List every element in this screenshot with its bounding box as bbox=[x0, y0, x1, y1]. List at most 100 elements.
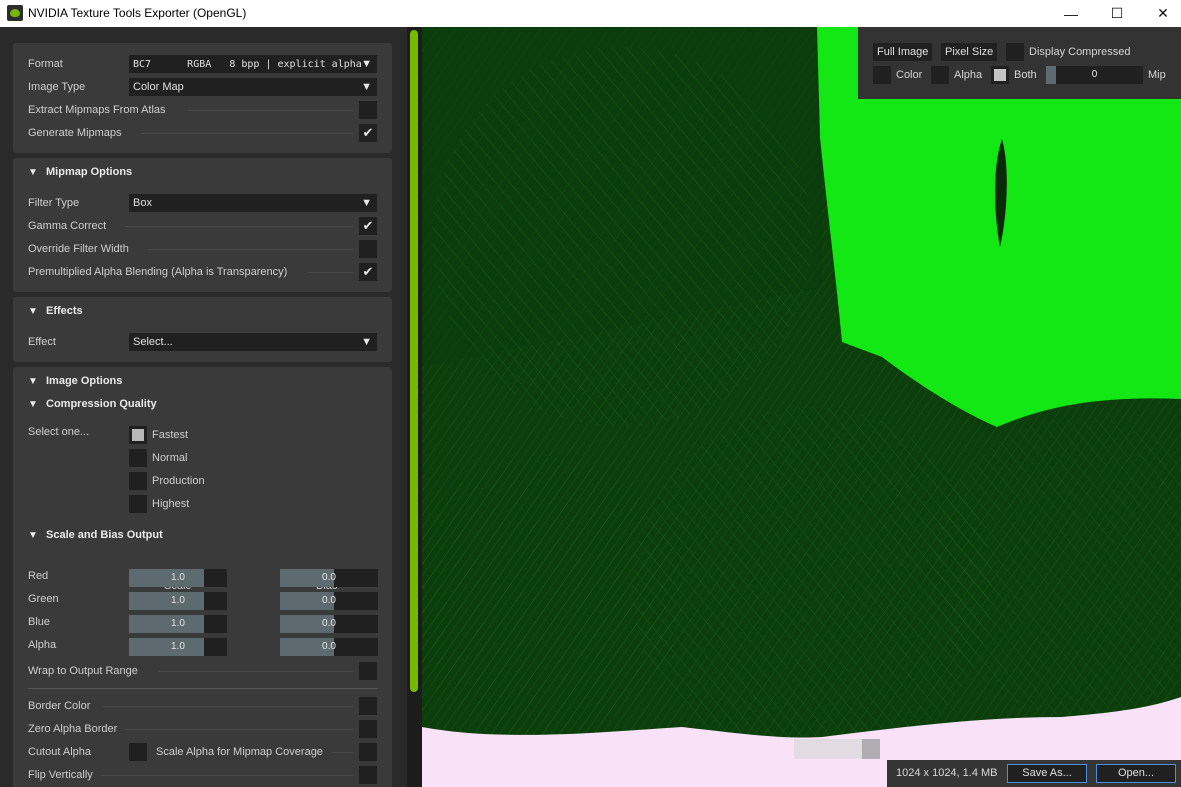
format-value: BC7 RGBA 8 bpp | explicit alpha bbox=[133, 59, 362, 70]
image-type-value: Color Map bbox=[133, 81, 184, 93]
full-image-button[interactable]: Full Image bbox=[873, 43, 933, 61]
pixel-size-button[interactable]: Pixel Size bbox=[941, 43, 998, 61]
quality-normal-label: Normal bbox=[152, 452, 188, 464]
open-button[interactable]: Open... bbox=[1096, 764, 1176, 783]
save-as-button[interactable]: Save As... bbox=[1007, 764, 1087, 783]
gamma-correct-checkbox[interactable]: ✔ bbox=[359, 217, 377, 235]
general-section: Format BC7 RGBA 8 bpp | explicit alpha ▼… bbox=[13, 43, 392, 153]
divider bbox=[148, 249, 353, 250]
format-dropdown[interactable]: BC7 RGBA 8 bpp | explicit alpha ▼ bbox=[129, 55, 377, 73]
divider bbox=[141, 133, 353, 134]
display-compressed-label: Display Compressed bbox=[1029, 46, 1131, 58]
blue-scale-value: 1.0 bbox=[171, 618, 185, 629]
color-channel-label: Color bbox=[896, 69, 923, 81]
quality-fastest-label: Fastest bbox=[152, 429, 189, 441]
divider bbox=[188, 110, 353, 111]
maximize-button[interactable]: ☐ bbox=[1094, 0, 1140, 27]
quality-highest-label: Highest bbox=[152, 498, 190, 510]
green-bias-value: 0.0 bbox=[322, 595, 336, 606]
cutout-alpha-label: Cutout Alpha bbox=[28, 746, 91, 758]
chevron-down-icon: ▼ bbox=[361, 197, 372, 209]
border-color-checkbox[interactable] bbox=[359, 697, 377, 715]
generate-mipmaps-checkbox[interactable]: ✔ bbox=[359, 124, 377, 142]
green-scale-value: 1.0 bbox=[171, 595, 185, 606]
red-bias-slider[interactable]: 0.0 bbox=[280, 569, 378, 587]
image-type-dropdown[interactable]: Color Map ▼ bbox=[129, 78, 377, 96]
channel-alpha-label: Alpha bbox=[28, 639, 57, 651]
quality-production-radio[interactable] bbox=[129, 472, 147, 490]
border-color-label: Border Color bbox=[28, 700, 91, 712]
divider bbox=[125, 226, 353, 227]
channel-red-label: Red bbox=[28, 570, 49, 582]
divider bbox=[159, 671, 353, 672]
close-button[interactable]: ✕ bbox=[1140, 0, 1181, 27]
divider bbox=[101, 775, 353, 776]
select-one-label: Select one... bbox=[28, 426, 90, 438]
scale-bias-title: Scale and Bias Output bbox=[46, 529, 163, 541]
alpha-bias-value: 0.0 bbox=[322, 641, 336, 652]
mip-slider[interactable]: 0 bbox=[1046, 66, 1143, 84]
mipmap-options-title: Mipmap Options bbox=[46, 166, 133, 178]
scale-alpha-coverage-checkbox[interactable] bbox=[359, 743, 377, 761]
wrap-output-checkbox[interactable] bbox=[359, 662, 377, 680]
both-channel-checkbox[interactable] bbox=[991, 66, 1009, 84]
alpha-channel-checkbox[interactable] bbox=[931, 66, 949, 84]
filter-type-label: Filter Type bbox=[28, 197, 80, 209]
display-compressed-checkbox[interactable] bbox=[1006, 43, 1024, 61]
effects-title: Effects bbox=[46, 305, 83, 317]
effects-section: ▼ Effects Effect Select... ▼ bbox=[13, 297, 392, 362]
image-info: 1024 x 1024, 1.4 MB bbox=[896, 767, 998, 779]
chevron-down-icon: ▼ bbox=[361, 336, 372, 348]
green-bias-slider[interactable]: 0.0 bbox=[280, 592, 378, 610]
quality-normal-radio[interactable] bbox=[129, 449, 147, 467]
mipmap-options-header[interactable]: ▼ Mipmap Options bbox=[28, 163, 132, 181]
alpha-scale-value: 1.0 bbox=[171, 641, 185, 652]
scale-bias-header[interactable]: ▼ Scale and Bias Output bbox=[28, 526, 163, 544]
scrollbar-thumb[interactable] bbox=[410, 30, 418, 692]
premultiplied-alpha-label: Premultiplied Alpha Blending (Alpha is T… bbox=[28, 266, 288, 278]
divider bbox=[125, 729, 353, 730]
effects-header[interactable]: ▼ Effects bbox=[28, 302, 83, 320]
blue-bias-slider[interactable]: 0.0 bbox=[280, 615, 378, 633]
collapse-triangle-icon: ▼ bbox=[28, 399, 38, 410]
chevron-down-icon: ▼ bbox=[361, 58, 372, 70]
red-bias-value: 0.0 bbox=[322, 572, 336, 583]
green-scale-slider[interactable]: 1.0 bbox=[129, 592, 227, 610]
alpha-channel-label: Alpha bbox=[954, 69, 983, 81]
compression-quality-title: Compression Quality bbox=[46, 398, 157, 410]
red-scale-value: 1.0 bbox=[171, 572, 185, 583]
blue-scale-slider[interactable]: 1.0 bbox=[129, 615, 227, 633]
effect-label: Effect bbox=[28, 336, 56, 348]
image-options-title: Image Options bbox=[46, 375, 123, 387]
minimize-button[interactable]: — bbox=[1048, 0, 1094, 27]
filter-type-dropdown[interactable]: Box ▼ bbox=[129, 194, 377, 212]
both-channel-label: Both bbox=[1014, 69, 1037, 81]
premultiplied-alpha-checkbox[interactable]: ✔ bbox=[359, 263, 377, 281]
texture-image bbox=[422, 27, 1181, 787]
color-channel-checkbox[interactable] bbox=[873, 66, 891, 84]
filter-type-value: Box bbox=[133, 197, 152, 209]
quality-fastest-radio[interactable] bbox=[129, 426, 147, 444]
extract-mipmaps-checkbox[interactable] bbox=[359, 101, 377, 119]
alpha-bias-slider[interactable]: 0.0 bbox=[280, 638, 378, 656]
cutout-alpha-checkbox[interactable] bbox=[129, 743, 147, 761]
collapse-triangle-icon: ▼ bbox=[28, 530, 38, 541]
zero-alpha-border-checkbox[interactable] bbox=[359, 720, 377, 738]
wrap-output-label: Wrap to Output Range bbox=[28, 665, 138, 677]
mipmap-section: ▼ Mipmap Options Filter Type Box ▼ Gamma … bbox=[13, 158, 392, 292]
texture-preview[interactable] bbox=[422, 27, 1181, 787]
channel-blue-label: Blue bbox=[28, 616, 51, 628]
image-options-header[interactable]: ▼ Image Options bbox=[28, 372, 122, 390]
title-bar: NVIDIA Texture Tools Exporter (OpenGL) —… bbox=[0, 0, 1181, 27]
divider bbox=[103, 706, 353, 707]
alpha-scale-slider[interactable]: 1.0 bbox=[129, 638, 227, 656]
effect-dropdown[interactable]: Select... ▼ bbox=[129, 333, 377, 351]
generate-mipmaps-label: Generate Mipmaps bbox=[28, 127, 122, 139]
red-scale-slider[interactable]: 1.0 bbox=[129, 569, 227, 587]
compression-quality-header[interactable]: ▼ Compression Quality bbox=[28, 395, 157, 413]
quality-highest-radio[interactable] bbox=[129, 495, 147, 513]
flip-vertically-checkbox[interactable] bbox=[359, 766, 377, 784]
zero-alpha-border-label: Zero Alpha Border bbox=[28, 723, 118, 735]
override-filter-checkbox[interactable] bbox=[359, 240, 377, 258]
panel-scrollbar[interactable] bbox=[407, 27, 422, 787]
